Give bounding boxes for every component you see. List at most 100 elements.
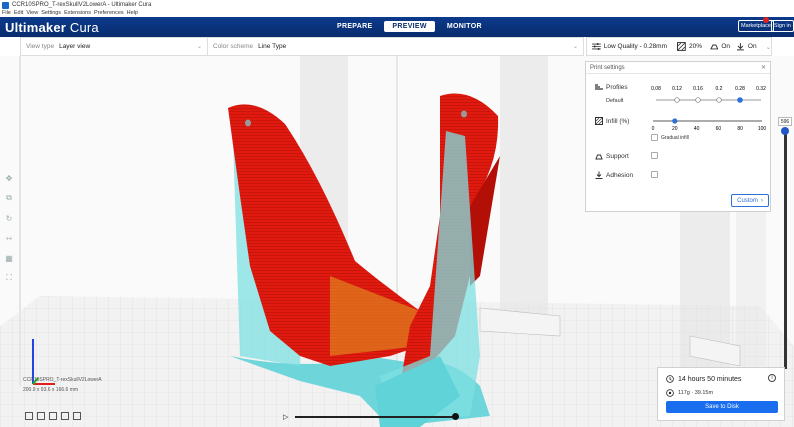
rotate-icon[interactable]: ↻ bbox=[3, 212, 15, 224]
sign-in-button[interactable]: Sign in bbox=[771, 20, 794, 32]
front-view-icon[interactable] bbox=[37, 412, 45, 420]
menu-preferences[interactable]: Preferences bbox=[94, 10, 124, 17]
adhesion-icon bbox=[737, 43, 744, 51]
material-estimate-value: 117g · 39.15m bbox=[678, 390, 714, 396]
simulation-slider-handle[interactable] bbox=[452, 413, 459, 420]
profiles-label: Profiles bbox=[606, 83, 628, 91]
adhesion-label: Adhesion bbox=[606, 171, 634, 179]
profiles-icon bbox=[595, 84, 603, 90]
object-dimensions: 200.9 x 93.6 x 166.6 mm bbox=[23, 387, 79, 393]
gradual-infill-checkbox[interactable] bbox=[651, 134, 658, 141]
print-time-value: 14 hours 50 minutes bbox=[678, 375, 742, 383]
close-icon[interactable]: ✕ bbox=[761, 64, 766, 71]
support-icon bbox=[595, 154, 603, 160]
gradual-infill-row: Gradual infill bbox=[651, 134, 689, 141]
app-logo: Ultimaker Cura bbox=[5, 19, 99, 35]
adhesion-row: Adhesion bbox=[595, 171, 633, 179]
menu-extensions[interactable]: Extensions bbox=[64, 10, 91, 17]
chevron-down-icon: ⌄ bbox=[765, 43, 772, 51]
infill-icon bbox=[677, 42, 686, 51]
infill-icon bbox=[595, 117, 603, 125]
chevron-down-icon: ⌄ bbox=[572, 44, 578, 50]
adhesion-checkbox[interactable] bbox=[651, 171, 658, 178]
infill-tick-1: 20 bbox=[672, 126, 678, 132]
infill-slider-handle bbox=[672, 118, 678, 124]
profile-tick-2: 0.16 bbox=[693, 86, 703, 92]
view-type-dropdown[interactable]: View type Layer view ⌄ bbox=[21, 38, 208, 55]
left-view-icon[interactable] bbox=[61, 412, 69, 420]
profiles-row: Profiles bbox=[595, 83, 628, 91]
window-title: CCR10SPRO_T-rexSkullV2LowerA - Ultimaker… bbox=[12, 2, 152, 8]
support-blocker-icon[interactable]: ⛶ bbox=[3, 272, 15, 284]
view-toolbar: View type Layer view ⌄ Color scheme Line… bbox=[20, 37, 584, 56]
3d-view-icon[interactable] bbox=[25, 412, 33, 420]
infill-tick-3: 60 bbox=[716, 126, 722, 132]
profile-slider[interactable]: 0.08 0.12 0.16 0.2 0.28 0.32 bbox=[648, 84, 768, 106]
spool-icon bbox=[666, 389, 674, 397]
tab-prepare[interactable]: PREPARE bbox=[329, 21, 380, 32]
infill-slider[interactable]: 0 20 40 60 80 100 bbox=[648, 116, 768, 132]
menu-view[interactable]: View bbox=[26, 10, 38, 17]
color-scheme-value: Line Type bbox=[258, 43, 287, 50]
app-header: Ultimaker Cura PREPARE PREVIEW MONITOR M… bbox=[0, 17, 794, 37]
support-icon bbox=[709, 44, 719, 50]
object-info: CCR10SPRO_T-rexSkullV2LowerA 200.9 x 93.… bbox=[23, 377, 102, 397]
menu-file[interactable]: File bbox=[2, 10, 11, 17]
stage-tabs: PREPARE PREVIEW MONITOR bbox=[329, 21, 490, 32]
profile-tick-5: 0.32 bbox=[756, 86, 766, 92]
quality-profile-value: Low Quality - 0.28mm bbox=[603, 43, 668, 50]
marketplace-button[interactable]: Marketplace bbox=[738, 20, 774, 32]
menu-edit[interactable]: Edit bbox=[14, 10, 23, 17]
support-value: On bbox=[721, 43, 731, 50]
infill-label: Infill (%) bbox=[606, 117, 630, 125]
per-model-settings-icon[interactable]: ▦ bbox=[3, 252, 15, 264]
adhesion-icon bbox=[595, 171, 603, 179]
infill-tick-5: 100 bbox=[758, 126, 767, 132]
object-name[interactable]: CCR10SPRO_T-rexSkullV2LowerA bbox=[23, 377, 102, 383]
profile-tick-1: 0.12 bbox=[672, 86, 682, 92]
mirror-icon[interactable]: ⇿ bbox=[3, 232, 15, 244]
adhesion-value: On bbox=[747, 43, 757, 50]
custom-settings-button[interactable]: Custom › bbox=[731, 194, 769, 207]
window-titlebar: CCR10SPRO_T-rexSkullV2LowerA - Ultimaker… bbox=[0, 0, 794, 10]
infill-tick-2: 40 bbox=[694, 126, 700, 132]
simulation-slider-track[interactable] bbox=[295, 416, 455, 418]
view-type-label: View type bbox=[26, 43, 55, 50]
save-to-disk-button[interactable]: Save to Disk bbox=[666, 401, 778, 413]
chevron-right-icon: › bbox=[760, 197, 763, 204]
profile-tick-4: 0.28 bbox=[735, 86, 745, 92]
layer-slider-track[interactable] bbox=[784, 129, 787, 369]
color-scheme-label: Color scheme bbox=[213, 43, 254, 50]
camera-view-buttons bbox=[25, 412, 81, 420]
menu-settings[interactable]: Settings bbox=[41, 10, 61, 17]
print-settings-panel: Print settings ✕ Profiles Default 0.08 0… bbox=[585, 61, 771, 212]
default-label: Default bbox=[606, 98, 624, 104]
sliders-icon bbox=[592, 43, 601, 50]
job-panel: 14 hours 50 minutes i 117g · 39.15m Save… bbox=[657, 367, 785, 421]
print-settings-summary[interactable]: Low Quality - 0.28mm 20% On On ⌄ bbox=[586, 37, 772, 56]
infill-value: 20% bbox=[688, 43, 702, 50]
color-scheme-dropdown[interactable]: Color scheme Line Type ⌄ bbox=[208, 38, 583, 55]
print-time: 14 hours 50 minutes bbox=[666, 375, 741, 383]
marketplace-notification-badge bbox=[763, 17, 769, 23]
play-icon[interactable]: ▷ bbox=[283, 413, 288, 421]
right-view-icon[interactable] bbox=[73, 412, 81, 420]
profile-tick-3: 0.2 bbox=[716, 86, 723, 92]
infill-tick-4: 80 bbox=[737, 126, 743, 132]
material-estimate: 117g · 39.15m bbox=[666, 389, 713, 397]
info-icon[interactable]: i bbox=[768, 374, 776, 382]
top-view-icon[interactable] bbox=[49, 412, 57, 420]
layer-number-field[interactable]: 596 bbox=[778, 117, 792, 126]
menu-bar: File Edit View Settings Extensions Prefe… bbox=[0, 10, 794, 17]
move-icon[interactable]: ✥ bbox=[3, 172, 15, 184]
scale-icon[interactable]: ⧉ bbox=[3, 192, 15, 204]
tab-monitor[interactable]: MONITOR bbox=[439, 21, 490, 32]
support-row: Support bbox=[595, 152, 629, 160]
support-label: Support bbox=[606, 152, 629, 160]
layer-slider-handle[interactable] bbox=[781, 127, 789, 135]
profile-tick-0: 0.08 bbox=[651, 86, 661, 92]
tab-preview[interactable]: PREVIEW bbox=[384, 21, 435, 32]
clock-icon bbox=[666, 375, 674, 383]
menu-help[interactable]: Help bbox=[127, 10, 138, 17]
support-checkbox[interactable] bbox=[651, 152, 658, 159]
